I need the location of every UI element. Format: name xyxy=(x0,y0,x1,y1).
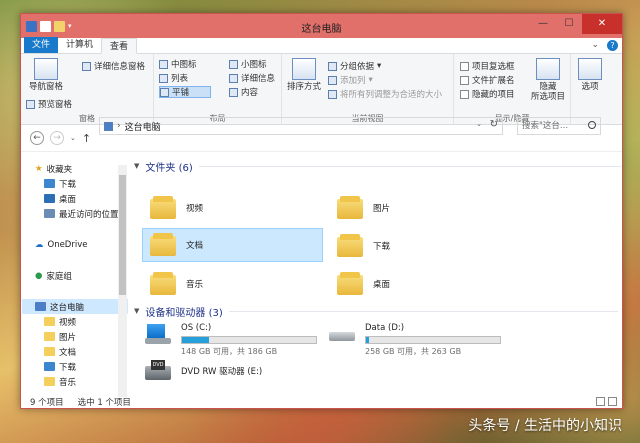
address-bar[interactable]: › 这台电脑 ⌄ ↻ xyxy=(99,117,503,135)
show-hide-group: 项目复选框 文件扩展名 隐藏的项目 隐藏 所选项目 显示/隐藏 xyxy=(454,54,571,125)
layout-list[interactable]: 列表 xyxy=(159,72,229,84)
maximize-button[interactable]: ☐ xyxy=(556,14,582,34)
sort-by-button[interactable]: 排序方式 xyxy=(285,58,323,92)
preview-pane-button[interactable]: 预览窗格 xyxy=(26,98,72,110)
add-column-button[interactable]: 添加列 ▾ xyxy=(328,74,373,86)
file-ext-toggle[interactable]: 文件扩展名 xyxy=(460,74,515,86)
up-arrow-icon[interactable]: ↑ xyxy=(82,132,91,145)
chevron-down-icon[interactable]: ⌄ xyxy=(70,134,76,142)
checkbox[interactable] xyxy=(460,75,469,85)
refresh-icon[interactable]: ↻ xyxy=(490,119,498,130)
sort-icon xyxy=(292,58,316,80)
search-input[interactable]: 搜索"这台... xyxy=(517,117,601,135)
details-icon xyxy=(229,73,238,83)
layout-content[interactable]: 内容 xyxy=(229,86,279,98)
back-button[interactable]: ← xyxy=(30,131,44,145)
details-pane-button[interactable]: 详细信息窗格 xyxy=(82,60,145,72)
options-button[interactable]: 选项 xyxy=(575,58,605,92)
hide-icon xyxy=(536,58,560,80)
search-icon[interactable] xyxy=(588,121,596,129)
breadcrumb[interactable]: 这台电脑 xyxy=(125,120,161,133)
details-pane-icon xyxy=(82,61,91,71)
chevron-down-icon[interactable]: ⌄ xyxy=(476,120,482,128)
close-button[interactable]: ✕ xyxy=(582,14,622,34)
nav-pane-icon xyxy=(34,58,58,80)
checkbox[interactable] xyxy=(460,61,469,71)
layout-tiles[interactable]: 平铺 xyxy=(159,86,211,98)
small-icons-icon xyxy=(229,59,238,69)
group-by-button[interactable]: 分组依据 ▾ xyxy=(328,60,381,72)
pane-group: 导航窗格 预览窗格 详细信息窗格 窗格 xyxy=(21,54,154,125)
add-column-icon xyxy=(328,75,337,85)
medium-icons-icon xyxy=(159,59,168,69)
tab-file[interactable]: 文件 xyxy=(24,37,59,53)
ribbon-tabs: 文件 计算机 查看 ⌄ ? xyxy=(21,37,622,54)
chevron-down-icon[interactable]: ⌄ xyxy=(591,40,599,51)
watermark: 头条号 / 生活中的小知识 xyxy=(468,418,622,434)
current-view-group: 排序方式 分组依据 ▾ 添加列 ▾ 将所有列调整为合适的大小 当前视图 xyxy=(282,54,454,125)
forward-button[interactable]: → xyxy=(50,131,64,145)
group-by-icon xyxy=(328,61,337,71)
tiles-icon xyxy=(160,87,169,97)
fit-columns-button[interactable]: 将所有列调整为合适的大小 xyxy=(328,88,442,100)
title-bar: ▾ 这台电脑 — ☐ ✕ xyxy=(21,14,622,38)
content-icon xyxy=(229,87,238,97)
checkbox[interactable] xyxy=(460,89,469,99)
minimize-button[interactable]: — xyxy=(530,14,556,34)
options-icon xyxy=(578,58,602,80)
fit-columns-icon xyxy=(328,89,337,99)
help-icon[interactable]: ? xyxy=(607,40,618,51)
ribbon: 导航窗格 预览窗格 详细信息窗格 窗格 中图标 小图标 列表 详细信息 平铺 内… xyxy=(21,54,622,125)
list-icon xyxy=(159,73,168,83)
hidden-items-toggle[interactable]: 隐藏的项目 xyxy=(460,88,515,100)
layout-small-icons[interactable]: 小图标 xyxy=(229,58,279,70)
hide-selected-button[interactable]: 隐藏 所选项目 xyxy=(526,58,570,102)
layout-details[interactable]: 详细信息 xyxy=(229,72,279,84)
tab-view[interactable]: 查看 xyxy=(101,38,138,54)
computer-icon xyxy=(104,121,113,131)
item-checkbox-toggle[interactable]: 项目复选框 xyxy=(460,60,515,72)
preview-pane-icon xyxy=(26,99,35,109)
explorer-window: ▾ 这台电脑 — ☐ ✕ 文件 计算机 查看 ⌄ ? 导航窗格 预览窗格 详细信… xyxy=(20,13,623,409)
nav-pane-button[interactable]: 导航窗格 xyxy=(24,58,68,92)
tab-computer[interactable]: 计算机 xyxy=(58,37,101,53)
layout-medium-icons[interactable]: 中图标 xyxy=(159,58,229,70)
options-group: 选项 xyxy=(571,54,609,125)
layout-group: 中图标 小图标 列表 详细信息 平铺 内容 布局 xyxy=(154,54,282,125)
